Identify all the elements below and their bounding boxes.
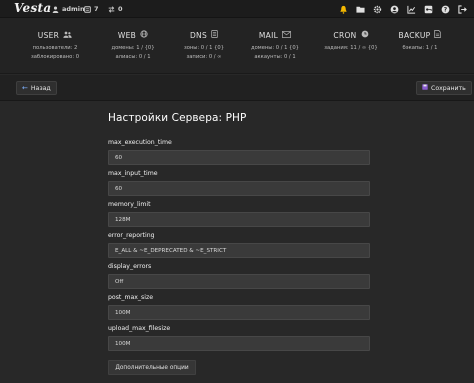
save-button[interactable]: Сохранить	[416, 81, 472, 95]
stat-dns[interactable]: DNS зоны: 0 / 1 {0} записи: 0 / ∞	[169, 30, 239, 62]
stat-title: USER	[37, 30, 60, 40]
server-icon	[211, 30, 218, 40]
stat-line: домены: 0 / 1 {0}	[251, 45, 299, 51]
display-errors-input[interactable]	[108, 274, 370, 289]
disk-stat: 7	[84, 5, 99, 13]
transfer-stat: 0	[108, 5, 123, 13]
arrow-left-icon: ←	[22, 84, 28, 92]
field-label-memory-limit: memory_limit	[108, 201, 151, 208]
upload-max-filesize-input[interactable]	[108, 336, 370, 351]
help-icon[interactable]: ?	[439, 3, 451, 15]
php-settings-form: Настройки Сервера: PHP	[108, 112, 370, 124]
stat-backup[interactable]: BACKUP бэкапы: 1 / 1	[385, 30, 455, 53]
count-b: 0	[118, 5, 123, 13]
stat-line: домены: 1 / {0}	[111, 45, 155, 51]
top-bar: Vesta admin 7 0 ?	[0, 0, 474, 18]
logo[interactable]: Vesta	[14, 1, 51, 15]
stat-title: WEB	[117, 30, 137, 40]
count-a: 7	[94, 5, 99, 13]
chart-icon[interactable]	[405, 3, 417, 15]
backup-icon	[434, 30, 442, 40]
stat-line: задания: 11 / ∞ {0}	[324, 45, 378, 51]
user-menu[interactable]: admin	[52, 5, 85, 13]
stat-line: записи: 0 / ∞	[186, 54, 222, 60]
network-icon	[84, 5, 91, 13]
stats-panel: USER пользователи: 2 заблокировано: 0 WE…	[0, 18, 474, 74]
account-icon[interactable]	[388, 3, 400, 15]
transfer-icon	[108, 5, 115, 13]
advanced-options-button[interactable]: Дополнительные опции	[108, 360, 196, 375]
stat-line: бэкапы: 1 / 1	[402, 45, 438, 51]
floppy-icon	[422, 84, 428, 92]
key-icon[interactable]	[422, 3, 434, 15]
field-label-max-execution-time: max_execution_time	[108, 139, 172, 146]
field-label-display-errors: display_errors	[108, 263, 152, 270]
clock-icon	[361, 30, 369, 40]
globe-icon	[140, 30, 148, 40]
top-actions: ?	[337, 3, 468, 15]
stat-title: CRON	[333, 30, 357, 40]
stat-cron[interactable]: CRON задания: 11 / ∞ {0}	[316, 30, 386, 53]
stat-title: BACKUP	[398, 30, 431, 40]
gear-icon[interactable]	[371, 3, 383, 15]
user-icon	[52, 6, 59, 13]
bell-icon[interactable]	[337, 3, 349, 15]
memory-limit-input[interactable]	[108, 212, 370, 227]
field-label-post-max-size: post_max_size	[108, 294, 154, 301]
stat-mail[interactable]: MAIL домены: 0 / 1 {0} аккаунты: 0 / 1	[240, 30, 310, 62]
stat-line: заблокировано: 0	[30, 54, 80, 60]
max-input-time-input[interactable]	[108, 181, 370, 196]
error-reporting-input[interactable]	[108, 243, 370, 258]
post-max-size-input[interactable]	[108, 305, 370, 320]
stat-line: алиасы: 0 / 1	[115, 54, 151, 60]
back-label: Назад	[30, 84, 51, 92]
logout-icon[interactable]	[456, 3, 468, 15]
back-button[interactable]: ← Назад	[16, 81, 57, 95]
stat-line: пользователи: 2	[32, 45, 78, 51]
stat-title: MAIL	[258, 30, 279, 40]
save-label: Сохранить	[431, 84, 466, 92]
toolbar: ← Назад Сохранить	[0, 75, 474, 101]
page-title: Настройки Сервера: PHP	[108, 112, 247, 124]
stat-line: зоны: 0 / 1 {0}	[183, 45, 224, 51]
stat-user[interactable]: USER пользователи: 2 заблокировано: 0	[20, 30, 90, 62]
max-execution-time-input[interactable]	[108, 150, 370, 165]
field-label-error-reporting: error_reporting	[108, 232, 155, 239]
stat-title: DNS	[189, 30, 208, 40]
field-label-upload-max-filesize: upload_max_filesize	[108, 325, 171, 332]
username: admin	[62, 5, 85, 13]
stat-web[interactable]: WEB домены: 1 / {0} алиасы: 0 / 1	[98, 30, 168, 62]
field-label-max-input-time: max_input_time	[108, 170, 158, 177]
stat-line: аккаунты: 0 / 1	[254, 54, 296, 60]
users-icon	[63, 31, 72, 40]
mail-icon	[282, 30, 292, 40]
folder-icon[interactable]	[354, 3, 366, 15]
